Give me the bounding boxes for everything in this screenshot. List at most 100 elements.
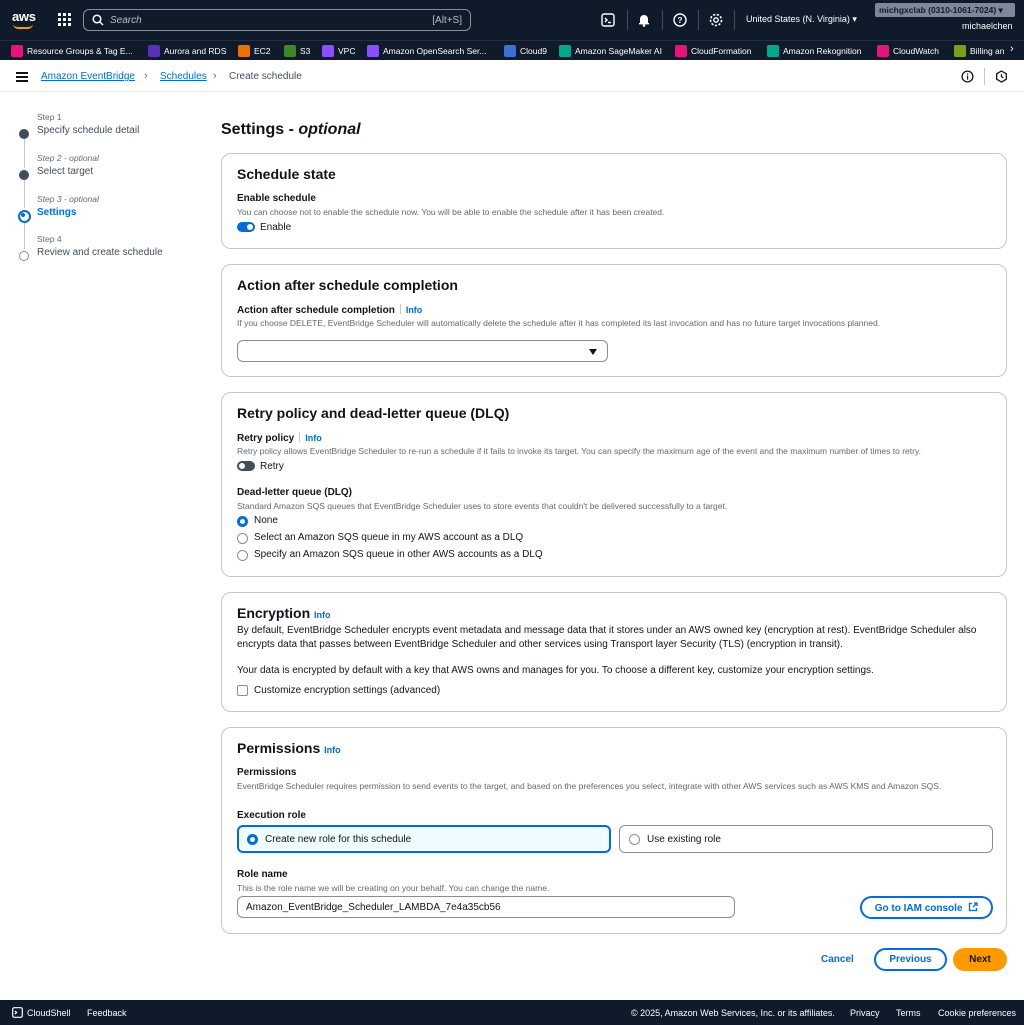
favorite-label: Amazon OpenSearch Ser... (383, 46, 487, 56)
radio-label[interactable]: None (254, 515, 278, 526)
section-title: Permissions Info (237, 740, 341, 756)
favorite-item[interactable]: Cloud9 (504, 44, 547, 58)
service-icon (675, 45, 687, 57)
action-after-completion-select[interactable] (237, 340, 608, 362)
create-new-role-radio[interactable] (247, 834, 258, 845)
search-shortcut: [Alt+S] (432, 15, 462, 26)
go-to-iam-console-button[interactable]: Go to IAM console (860, 896, 993, 919)
enable-schedule-toggle[interactable] (237, 222, 255, 232)
radio-label[interactable]: Specify an Amazon SQS queue in other AWS… (254, 549, 543, 560)
cancel-button[interactable]: Cancel (821, 954, 854, 965)
section-title: Encryption Info (237, 605, 331, 621)
aws-logo[interactable]: aws (12, 9, 36, 29)
account-badge[interactable]: michgxclab (0310-1061-7024) ▾ (875, 3, 1015, 17)
field-label: Retry policy Info (237, 432, 322, 444)
cloudshell-icon (12, 1007, 23, 1018)
favorite-item[interactable]: Amazon OpenSearch Ser... (367, 44, 486, 58)
top-navigation: aws Search [Alt+S] ? United States (N. V… (0, 0, 1024, 40)
use-existing-role-tile[interactable]: Use existing role (619, 825, 993, 853)
favorite-item[interactable]: EC2 (238, 44, 271, 58)
search-input[interactable]: Search [Alt+S] (83, 9, 471, 31)
cookie-preferences-link[interactable]: Cookie preferences (938, 1008, 1016, 1018)
cloudshell-icon[interactable] (600, 12, 616, 28)
create-new-role-tile[interactable]: Create new role for this schedule (237, 825, 611, 853)
breadcrumb-schedules[interactable]: Schedules (160, 71, 207, 82)
dlq-none-radio[interactable] (237, 516, 248, 527)
section-title: Schedule state (237, 166, 336, 182)
action-after-completion-panel: Action after schedule completion Action … (221, 264, 1007, 377)
services-grid-icon[interactable] (58, 13, 71, 26)
bell-icon[interactable] (636, 12, 652, 28)
service-icon (148, 45, 160, 57)
favorite-item[interactable]: Aurora and RDS (148, 44, 226, 58)
service-icon (367, 45, 379, 57)
step-label[interactable]: Select target (37, 166, 93, 177)
cloudshell-link[interactable]: CloudShell (27, 1008, 71, 1018)
favorite-label: Billing an (970, 46, 1005, 56)
gear-icon[interactable] (708, 12, 724, 28)
favorite-item[interactable]: S3 (284, 44, 310, 58)
service-icon (238, 45, 250, 57)
chevron-right-icon[interactable]: › (1010, 43, 1014, 55)
favorite-item[interactable]: Amazon Rekognition (767, 44, 861, 58)
tile-label: Create new role for this schedule (265, 834, 412, 845)
role-name-input[interactable]: Amazon_EventBridge_Scheduler_LAMBDA_7e4a… (237, 896, 735, 918)
favorite-label: CloudWatch (893, 46, 939, 56)
favorite-item[interactable]: Amazon SageMaker AI (559, 44, 662, 58)
dlq-own-account-radio[interactable] (237, 533, 248, 544)
external-link-icon (969, 902, 978, 912)
dlq-other-account-radio[interactable] (237, 550, 248, 561)
service-icon (11, 45, 23, 57)
field-label: Dead-letter queue (DLQ) (237, 487, 353, 498)
use-existing-role-radio[interactable] (629, 834, 640, 845)
info-link[interactable]: Info (324, 745, 341, 755)
permissions-panel: Permissions Info Permissions EventBridge… (221, 727, 1007, 934)
footer: CloudShell Feedback © 2025, Amazon Web S… (0, 1000, 1024, 1025)
favorite-label: Amazon Rekognition (783, 46, 862, 56)
retry-toggle[interactable] (237, 461, 255, 471)
breadcrumb-eventbridge[interactable]: Amazon EventBridge (41, 71, 135, 82)
service-icon (877, 45, 889, 57)
favorite-item[interactable]: Billing an (954, 44, 1005, 58)
next-button[interactable]: Next (953, 948, 1007, 971)
service-icon (322, 45, 334, 57)
service-icon (504, 45, 516, 57)
encryption-panel: Encryption Info By default, EventBridge … (221, 592, 1007, 712)
info-link[interactable]: Info (305, 433, 322, 443)
radio-label[interactable]: Select an Amazon SQS queue in my AWS acc… (254, 532, 523, 543)
favorite-item[interactable]: VPC (322, 44, 355, 58)
step-number: Step 4 (37, 234, 62, 244)
menu-icon[interactable] (16, 72, 28, 82)
toggle-label: Enable (260, 222, 292, 233)
info-link[interactable]: Info (406, 305, 423, 315)
privacy-link[interactable]: Privacy (850, 1008, 880, 1018)
service-icon (559, 45, 571, 57)
region-selector[interactable]: United States (N. Virginia) ▾ (746, 14, 857, 25)
step-number: Step 2 - optional (37, 153, 99, 163)
customize-encryption-checkbox[interactable] (237, 685, 248, 696)
feedback-link[interactable]: Feedback (87, 1008, 127, 1018)
checkbox-label[interactable]: Customize encryption settings (advanced) (254, 685, 440, 696)
help-icon[interactable]: ? (672, 12, 688, 28)
schedule-state-panel: Schedule state Enable schedule You can c… (221, 153, 1007, 249)
terms-link[interactable]: Terms (896, 1008, 921, 1018)
favorite-item[interactable]: Resource Groups & Tag E... (11, 44, 133, 58)
retry-policy-panel: Retry policy and dead-letter queue (DLQ)… (221, 392, 1007, 577)
section-title: Action after schedule completion (237, 277, 458, 293)
favorite-label: Aurora and RDS (164, 46, 227, 56)
encryption-description: By default, EventBridge Scheduler encryp… (237, 625, 977, 650)
favorite-item[interactable]: CloudWatch (877, 44, 939, 58)
favorite-label: Amazon SageMaker AI (575, 46, 662, 56)
favorite-label: EC2 (254, 46, 271, 56)
username[interactable]: michaelchen (962, 21, 1013, 31)
info-link[interactable]: Info (314, 610, 331, 620)
step-number: Step 1 (37, 112, 62, 122)
info-circle-icon[interactable] (961, 70, 974, 83)
clock-icon[interactable] (995, 70, 1008, 83)
favorite-item[interactable]: CloudFormation (675, 44, 751, 58)
step-label[interactable]: Specify schedule detail (37, 125, 139, 136)
tile-label: Use existing role (647, 834, 721, 845)
previous-button[interactable]: Previous (874, 948, 947, 971)
field-description: If you choose DELETE, EventBridge Schedu… (237, 318, 881, 328)
section-title: Retry policy and dead-letter queue (DLQ) (237, 405, 510, 421)
